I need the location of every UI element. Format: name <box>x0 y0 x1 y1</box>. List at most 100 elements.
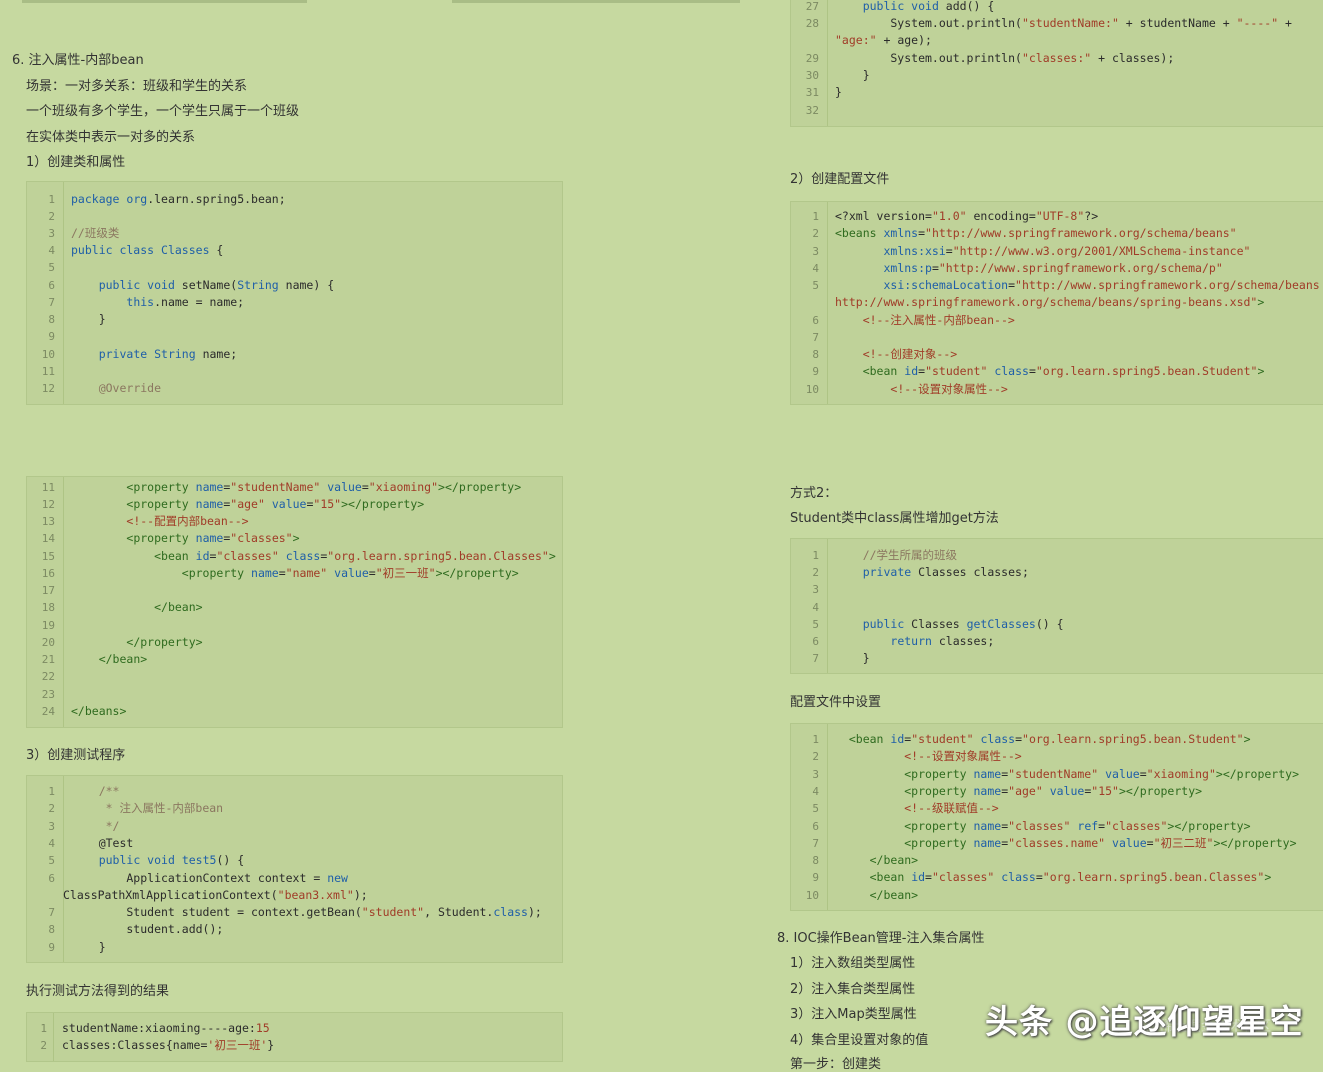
line-number: 2 <box>48 802 55 815</box>
line-gutter: 1 2 3 4 5 6 7 <box>791 539 828 673</box>
line-number: 17 <box>41 584 55 597</box>
code-line: </property> <box>126 635 203 649</box>
code-line: System.out.println("studentName:" + stud… <box>835 16 1292 30</box>
code-line: xsi:schemaLocation="http://www.springfra… <box>883 278 1320 292</box>
code-block-cascade-xml: 1 2 3 4 5 6 7 8 9 10 <bean id="student" … <box>790 723 1323 911</box>
line-number: 9 <box>48 941 55 954</box>
line-number: 6 <box>812 314 819 327</box>
code-line: </bean> <box>154 600 203 614</box>
code-line: public class Classes { <box>71 243 224 257</box>
scenario-text: 场景：一对多关系：班级和学生的关系 <box>26 79 248 94</box>
line-number: 30 <box>805 69 819 82</box>
line-number: 7 <box>48 296 55 309</box>
line-number: 4 <box>812 601 819 614</box>
code-line: ClassPathXmlApplicationContext("bean3.xm… <box>63 888 368 902</box>
line-number: 3 <box>48 820 55 833</box>
code-block-get-classes: 1 2 3 4 5 6 7 //学生所属的班级 private Classes … <box>790 538 1323 674</box>
line-number: 2 <box>812 227 819 240</box>
method-2-label: 方式2： <box>790 486 838 501</box>
top-divider-left <box>22 0 307 3</box>
step-1-label: 1）创建类和属性 <box>26 155 126 170</box>
step-2-label: 2）创建配置文件 <box>790 172 890 187</box>
code-line: } <box>71 940 106 954</box>
code-line: public void test5() { <box>98 853 245 867</box>
line-gutter: 1 2 <box>27 1013 54 1061</box>
step-3-label: 3）创建测试程序 <box>26 748 126 763</box>
code-line: <property name="classes"> <box>126 531 300 545</box>
code-block-config-xml: 1 2 3 4 5 6 7 8 9 10 <?xml version="1.0"… <box>790 201 1323 405</box>
line-number: 8 <box>48 313 55 326</box>
desc-text-1: 一个班级有多个学生，一个学生只属于一个班级 <box>26 104 300 119</box>
list-item: 3）注入Map类型属性 <box>790 1007 917 1022</box>
code-line: </bean> <box>869 853 919 867</box>
line-number: 27 <box>805 0 819 13</box>
code-line: xmlns:xsi="http://www.w3.org/2001/XMLSch… <box>883 244 1251 258</box>
line-number: 31 <box>805 86 819 99</box>
line-number: 8 <box>812 348 819 361</box>
line-number: 7 <box>812 652 819 665</box>
line-number: 5 <box>812 279 819 292</box>
line-number: 12 <box>41 498 55 511</box>
line-number: 10 <box>805 383 819 396</box>
line-number: 9 <box>812 365 819 378</box>
code-line: <property name="classes.name" value="初三二… <box>904 836 1297 850</box>
line-number: 19 <box>41 619 55 632</box>
code-line: Student student = context.getBean("stude… <box>71 905 542 919</box>
code-line: @Test <box>71 836 134 850</box>
code-line: studentName:xiaoming----age:15 <box>62 1021 270 1035</box>
line-number: 7 <box>48 906 55 919</box>
line-number: 2 <box>812 566 819 579</box>
line-number: 20 <box>41 636 55 649</box>
line-number: 1 <box>812 549 819 562</box>
result-label: 执行测试方法得到的结果 <box>26 984 170 999</box>
code-line: public Classes getClasses() { <box>862 617 1064 631</box>
line-number: 6 <box>812 635 819 648</box>
line-number: 2 <box>40 1039 47 1052</box>
code-line: <property name="age" value="15"></proper… <box>126 497 425 511</box>
code-block-classes: 1 2 3 4 5 6 7 8 9 10 11 12 package org.l… <box>26 181 563 405</box>
line-number: 18 <box>41 601 55 614</box>
code-line: classes:Classes{name='初三一班'} <box>62 1038 275 1052</box>
line-number: 8 <box>48 923 55 936</box>
line-number: 29 <box>805 52 819 65</box>
line-number: 5 <box>812 802 819 815</box>
line-number: 7 <box>812 331 819 344</box>
code-line: <property name="studentName" value="xiao… <box>126 480 522 494</box>
code-line: <property name="classes" ref="classes"><… <box>904 819 1251 833</box>
line-number: 28 <box>805 17 819 30</box>
code-line: <bean id="classes" class="org.learn.spri… <box>869 870 1272 884</box>
code-block-bean-xml: 11 12 13 14 15 16 17 18 19 20 21 22 23 2… <box>26 476 563 728</box>
code-line: } <box>835 651 870 665</box>
code-line: <bean id="student" class="org.learn.spri… <box>862 364 1265 378</box>
code-line: <beans xmlns="http://www.springframework… <box>835 226 1237 240</box>
line-number: 12 <box>41 382 55 395</box>
code-line: } <box>71 312 106 326</box>
code-line: student.add(); <box>71 922 224 936</box>
top-divider-mid <box>452 0 740 3</box>
line-number: 2 <box>812 750 819 763</box>
line-number: 1 <box>48 193 55 206</box>
code-line: xmlns:p="http://www.springframework.org/… <box>883 261 1223 275</box>
code-line: * 注入属性-内部bean <box>98 801 224 815</box>
code-line: <property name="studentName" value="xiao… <box>904 767 1299 781</box>
line-number: 4 <box>48 837 55 850</box>
line-number: 5 <box>48 854 55 867</box>
code-line: public void add() { <box>862 0 995 13</box>
line-gutter: 11 12 13 14 15 16 17 18 19 20 21 22 23 2… <box>27 477 64 727</box>
line-gutter: 1 2 3 4 5 6 7 8 9 10 <box>791 724 828 910</box>
code-line: this.name = name; <box>126 295 245 309</box>
line-number: 11 <box>41 481 55 494</box>
line-number: 3 <box>812 245 819 258</box>
list-item: 1）注入数组类型属性 <box>790 956 916 971</box>
code-line: <bean id="classes" class="org.learn.spri… <box>154 549 556 563</box>
list-item: 2）注入集合类型属性 <box>790 982 916 997</box>
line-gutter: 1 2 3 4 5 6 7 8 9 <box>27 776 64 962</box>
code-line: <!--设置对象属性--> <box>890 382 1008 396</box>
line-number: 23 <box>41 688 55 701</box>
line-number: 21 <box>41 653 55 666</box>
line-number: 6 <box>812 820 819 833</box>
code-line: <!--配置内部bean--> <box>126 514 249 528</box>
line-number: 10 <box>805 889 819 902</box>
code-line: private String name; <box>98 347 238 361</box>
code-line: </bean> <box>98 652 148 666</box>
